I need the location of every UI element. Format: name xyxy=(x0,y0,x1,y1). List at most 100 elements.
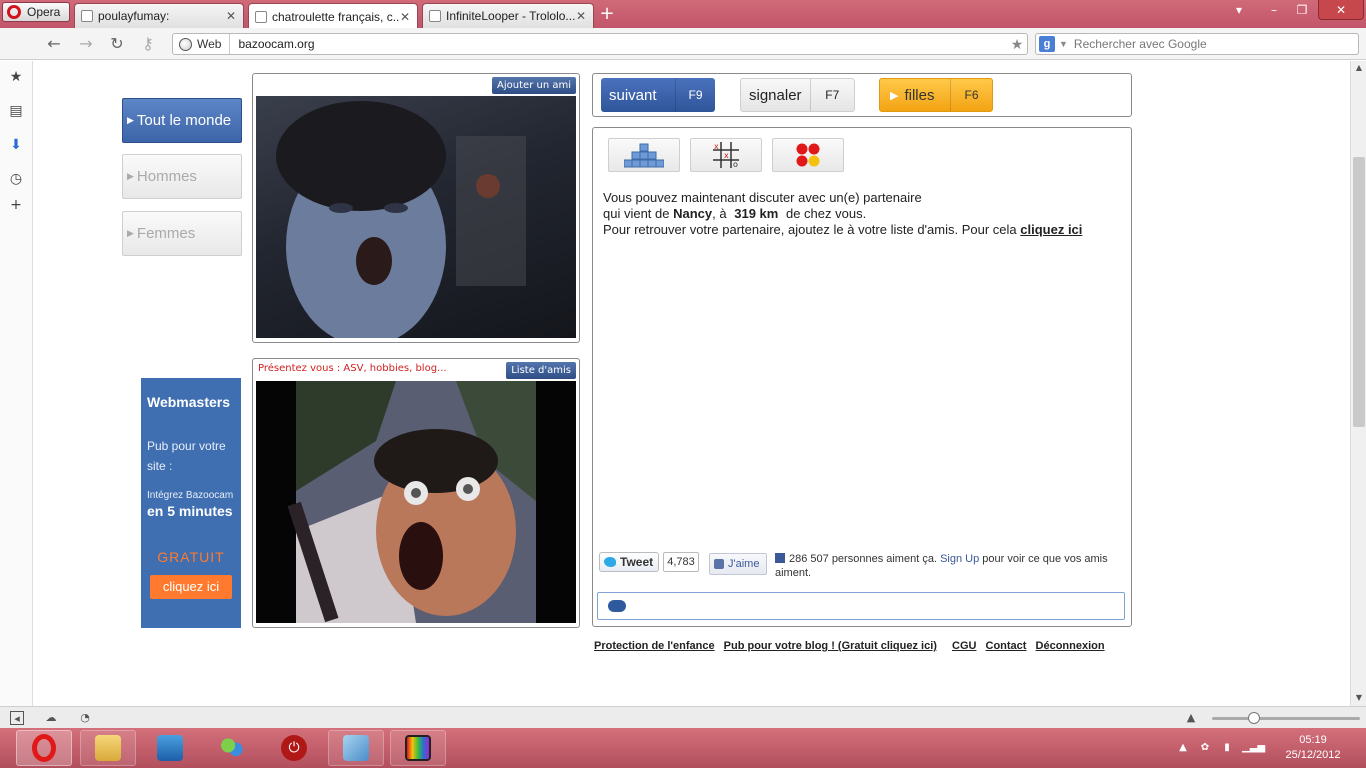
footer-link-child-protection[interactable]: Protection de l'enfance xyxy=(594,640,715,652)
chat-bubble-icon xyxy=(608,600,626,612)
control-panel-taskbar-button[interactable] xyxy=(142,730,198,766)
history-clock-icon[interactable]: ◷ xyxy=(8,171,24,187)
page-scrollbar[interactable]: ▲ ▼ xyxy=(1350,61,1366,706)
page-icon xyxy=(81,10,93,22)
social-bar: Tweet 4,783 J'aime 286 507 personnes aim… xyxy=(599,550,1127,579)
category-label: Tout le monde xyxy=(136,112,232,129)
clock-date: 25/12/2012 xyxy=(1285,749,1341,761)
google-icon[interactable]: g xyxy=(1039,36,1055,52)
triangle-right-icon: ▶ xyxy=(127,115,134,125)
category-men-button[interactable]: ▶ Hommes xyxy=(122,154,242,199)
add-panel-icon[interactable]: + xyxy=(8,197,24,213)
close-icon[interactable]: ✕ xyxy=(225,9,237,23)
network-signal-icon[interactable]: ▁▃▅ xyxy=(1242,741,1265,755)
partner-city: Nancy xyxy=(673,206,713,221)
scroll-thumb[interactable] xyxy=(1353,157,1365,427)
partner-distance: 319 km xyxy=(734,206,779,221)
bookmarks-star-icon[interactable]: ★ xyxy=(8,69,24,85)
back-icon[interactable]: ← xyxy=(44,34,64,54)
ad-text: en 5 minutes xyxy=(147,503,233,519)
new-tab-button[interactable]: + xyxy=(598,5,616,23)
chat-text: Pour retrouver votre partenaire, ajoutez… xyxy=(603,222,1017,237)
close-icon[interactable]: ✕ xyxy=(399,10,411,24)
app-taskbar-button[interactable] xyxy=(328,730,384,766)
power-icon: ⏻ xyxy=(281,735,307,761)
svg-text:x: x xyxy=(724,151,729,160)
tab-label: poulayfumay: xyxy=(98,9,170,23)
dots-game-icon xyxy=(796,143,820,167)
footer-link-contact[interactable]: Contact xyxy=(986,640,1027,652)
reload-icon[interactable]: ↻ xyxy=(107,34,127,54)
svg-text:x: x xyxy=(714,142,719,151)
panel-toggle-icon[interactable]: ◂ xyxy=(10,711,24,725)
self-intro-text[interactable]: Présentez vous : ASV, hobbies, blog... xyxy=(258,363,447,374)
speed-dial-icon[interactable]: ◔ xyxy=(78,711,92,725)
opera-menu-label: Opera xyxy=(27,5,61,19)
tray-app-icon[interactable]: ✿ xyxy=(1198,741,1212,755)
film-icon xyxy=(405,735,431,761)
minimize-button[interactable]: – xyxy=(1262,0,1286,20)
key-icon[interactable]: ⚷ xyxy=(138,34,158,54)
ad-text: Pub pour votre xyxy=(147,439,226,453)
fb-signup-link[interactable]: Sign Up xyxy=(940,553,979,565)
search-field[interactable]: g ▼ Rechercher avec Google xyxy=(1035,33,1359,55)
tweet-button[interactable]: Tweet xyxy=(599,552,659,572)
twitter-bird-icon xyxy=(604,557,616,567)
forward-icon[interactable]: → xyxy=(76,34,96,54)
add-friend-button[interactable]: Ajouter un ami xyxy=(492,77,576,94)
zoom-slider[interactable] xyxy=(1212,712,1360,724)
downloads-icon[interactable]: ⬇ xyxy=(8,137,24,153)
window-close-button[interactable]: ✕ xyxy=(1318,0,1364,20)
web-badge[interactable]: Web xyxy=(173,34,231,54)
partner-camera-frame: Ajouter un ami xyxy=(252,73,580,343)
opera-taskbar-button[interactable] xyxy=(16,730,72,766)
footer-link-cgu[interactable]: CGU xyxy=(952,640,976,652)
category-women-button[interactable]: ▶ Femmes xyxy=(122,211,242,256)
maximize-button[interactable]: ❐ xyxy=(1290,0,1314,20)
add-friend-link[interactable]: cliquez ici xyxy=(1020,222,1082,237)
footer-link-blog-ad[interactable]: Pub pour votre blog ! (Gratuit cliquez i… xyxy=(724,640,937,652)
app-window-icon xyxy=(343,735,369,761)
bookmark-star-icon[interactable]: ★ xyxy=(1007,36,1027,53)
tray-expand-icon[interactable]: ▲ xyxy=(1176,741,1190,755)
friends-list-button[interactable]: Liste d'amis xyxy=(506,362,576,379)
tab-infinitelooper[interactable]: InfiniteLooper - Trololo... ✕ xyxy=(422,3,594,28)
next-button[interactable]: suivant F9 xyxy=(601,78,715,112)
tetris-game-button[interactable] xyxy=(608,138,680,172)
close-icon[interactable]: ✕ xyxy=(575,9,587,23)
tab-chatroulette[interactable]: chatroulette français, c... ✕ xyxy=(248,3,418,29)
footer-link-logout[interactable]: Déconnexion xyxy=(1036,640,1105,652)
zoom-slider-knob[interactable] xyxy=(1248,712,1260,724)
ad-title: Webmasters xyxy=(147,394,231,410)
explorer-taskbar-button[interactable] xyxy=(80,730,136,766)
report-button[interactable]: signaler F7 xyxy=(740,78,855,112)
opera-menu-button[interactable]: Opera xyxy=(2,2,70,22)
chevron-down-icon[interactable]: ▼ xyxy=(1059,39,1068,49)
tab-poulayfumay[interactable]: poulayfumay: ✕ xyxy=(74,3,244,28)
movie-maker-taskbar-button[interactable] xyxy=(390,730,446,766)
system-clock[interactable]: 05:19 25/12/2012 xyxy=(1280,733,1346,763)
battery-icon[interactable]: ▮ xyxy=(1220,741,1234,755)
triangle-right-icon: ▶ xyxy=(127,171,134,181)
chat-text: de chez vous. xyxy=(785,206,867,221)
play-icon: ▶ xyxy=(890,89,899,102)
triangle-right-icon: ▶ xyxy=(127,228,134,238)
chat-input[interactable] xyxy=(597,592,1125,620)
scroll-up-icon[interactable]: ▲ xyxy=(1351,61,1366,75)
girls-button[interactable]: ▶ filles F6 xyxy=(879,78,993,112)
url-text[interactable]: bazoocam.org xyxy=(230,37,1007,51)
view-toggle-icon[interactable]: ▲ xyxy=(1184,711,1198,725)
page-icon xyxy=(255,10,267,23)
tictactoe-game-button[interactable]: x x o xyxy=(690,138,762,172)
messenger-taskbar-button[interactable] xyxy=(204,730,260,766)
shutdown-taskbar-button[interactable]: ⏻ xyxy=(266,730,322,766)
tab-menu-icon[interactable]: ▾ xyxy=(1228,0,1250,20)
category-everyone-button[interactable]: ▶ Tout le monde xyxy=(122,98,242,143)
url-field[interactable]: Web bazoocam.org ★ xyxy=(172,33,1028,55)
facebook-like-button[interactable]: J'aime xyxy=(709,553,767,575)
notes-icon[interactable]: ▤ xyxy=(8,103,24,119)
cloud-icon[interactable]: ☁ xyxy=(44,711,58,725)
scroll-down-icon[interactable]: ▼ xyxy=(1351,691,1366,705)
ad-click-here-button[interactable]: cliquez ici xyxy=(150,575,232,599)
connect-four-game-button[interactable] xyxy=(772,138,844,172)
